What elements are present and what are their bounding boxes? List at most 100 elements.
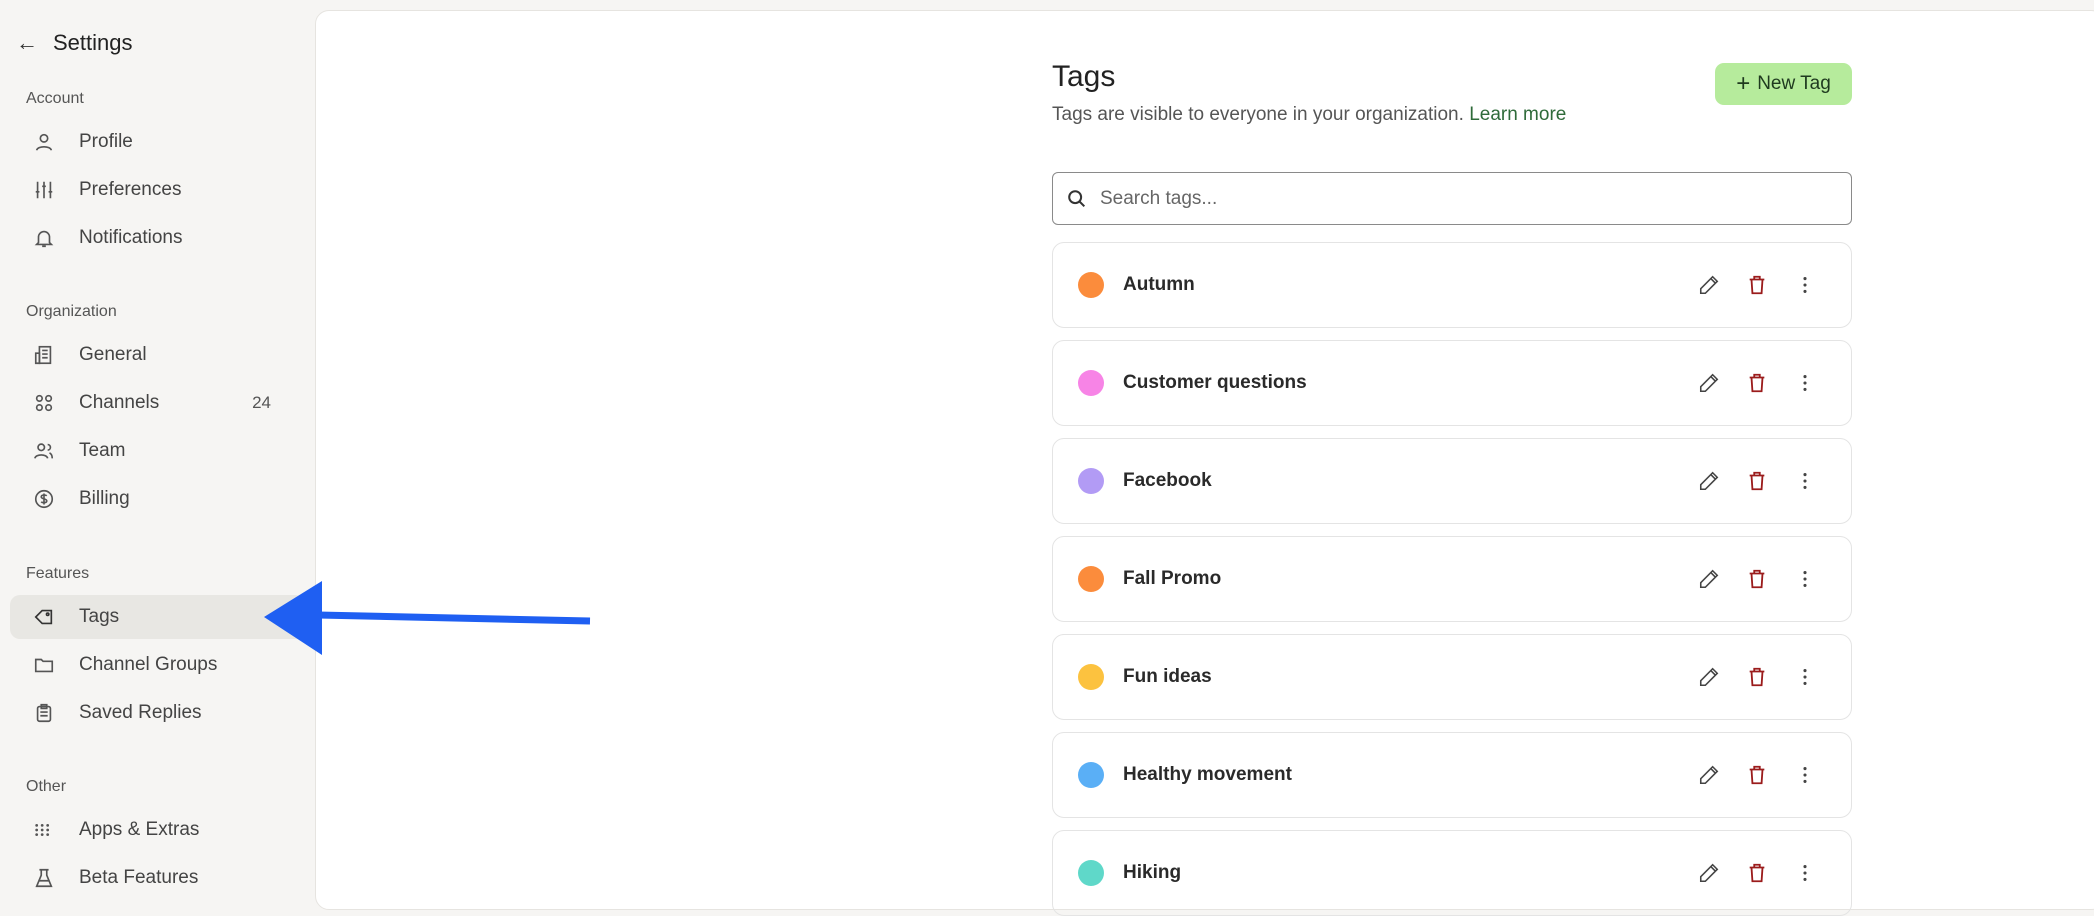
tag-row[interactable]: Hiking: [1052, 830, 1852, 916]
tag-color-dot: [1078, 370, 1104, 396]
tag-row[interactable]: Autumn: [1052, 242, 1852, 328]
trash-icon: [1749, 471, 1765, 491]
tag-row[interactable]: Fall Promo: [1052, 536, 1852, 622]
settings-header: ← Settings: [16, 30, 133, 56]
tag-color-dot: [1078, 762, 1104, 788]
pencil-icon: [1699, 569, 1719, 589]
sidebar-item-profile[interactable]: Profile: [10, 120, 305, 164]
new-tag-button[interactable]: + New Tag: [1715, 63, 1852, 105]
tag-color-dot: [1078, 566, 1104, 592]
bell-icon: [31, 227, 57, 249]
section-label-features: Features: [26, 565, 90, 582]
pencil-icon: [1699, 275, 1719, 295]
flask-icon: [31, 867, 57, 889]
more-options-button[interactable]: [1781, 862, 1829, 884]
building-icon: [31, 344, 57, 366]
trash-icon: [1749, 863, 1765, 883]
search-input[interactable]: [1100, 187, 1800, 210]
delete-tag-button[interactable]: [1733, 568, 1781, 590]
edit-tag-button[interactable]: [1685, 862, 1733, 884]
edit-tag-button[interactable]: [1685, 274, 1733, 296]
sidebar-item-apps-extras[interactable]: Apps & Extras: [10, 808, 305, 852]
tag-name: Facebook: [1123, 470, 1212, 491]
more-options-button[interactable]: [1781, 372, 1829, 394]
subtitle-text: Tags are visible to everyone in your org…: [1052, 104, 1464, 125]
tag-name: Fall Promo: [1123, 568, 1222, 589]
edit-tag-button[interactable]: [1685, 666, 1733, 688]
tag-color-dot: [1078, 468, 1104, 494]
tag-row[interactable]: Facebook: [1052, 438, 1852, 524]
pencil-icon: [1699, 765, 1719, 785]
sidebar-item-billing[interactable]: Billing: [10, 477, 305, 521]
more-options-button[interactable]: [1781, 274, 1829, 296]
more-options-button[interactable]: [1781, 470, 1829, 492]
trash-icon: [1749, 765, 1765, 785]
users-icon: [31, 440, 57, 462]
delete-tag-button[interactable]: [1733, 372, 1781, 394]
tag-name: Fun ideas: [1123, 666, 1212, 687]
more-options-button[interactable]: [1781, 666, 1829, 688]
more-vertical-icon: [1803, 571, 1807, 587]
clipboard-icon: [31, 702, 57, 724]
delete-tag-button[interactable]: [1733, 862, 1781, 884]
sidebar-item-label: Billing: [79, 488, 130, 509]
delete-tag-button[interactable]: [1733, 666, 1781, 688]
sidebar-item-label: Saved Replies: [79, 702, 202, 723]
tag-color-dot: [1078, 272, 1104, 298]
more-options-button[interactable]: [1781, 764, 1829, 786]
delete-tag-button[interactable]: [1733, 764, 1781, 786]
pencil-icon: [1699, 471, 1719, 491]
more-vertical-icon: [1803, 277, 1807, 293]
edit-tag-button[interactable]: [1685, 470, 1733, 492]
new-tag-label: New Tag: [1757, 73, 1831, 94]
sidebar-item-team[interactable]: Team: [10, 429, 305, 473]
trash-icon: [1749, 667, 1765, 687]
sidebar-item-notifications[interactable]: Notifications: [10, 216, 305, 260]
search-box: [1052, 172, 1852, 225]
more-vertical-icon: [1803, 865, 1807, 881]
sidebar-item-label: Beta Features: [79, 867, 199, 888]
sidebar-item-channel-groups[interactable]: Channel Groups: [10, 643, 305, 687]
tag-name: Customer questions: [1123, 372, 1307, 393]
user-icon: [31, 131, 57, 153]
more-vertical-icon: [1803, 767, 1807, 783]
more-vertical-icon: [1803, 473, 1807, 489]
learn-more-link[interactable]: Learn more: [1469, 104, 1566, 125]
sidebar-item-label: Channel Groups: [79, 654, 218, 675]
sidebar-item-preferences[interactable]: Preferences: [10, 168, 305, 212]
edit-tag-button[interactable]: [1685, 568, 1733, 590]
delete-tag-button[interactable]: [1733, 274, 1781, 296]
tag-row[interactable]: Healthy movement: [1052, 732, 1852, 818]
more-options-button[interactable]: [1781, 568, 1829, 590]
sidebar-item-saved-replies[interactable]: Saved Replies: [10, 691, 305, 735]
page-subtitle: Tags are visible to everyone in your org…: [1052, 104, 1566, 126]
delete-tag-button[interactable]: [1733, 470, 1781, 492]
edit-tag-button[interactable]: [1685, 764, 1733, 786]
settings-sidebar: ← Settings Account Profile Preferences Noti…: [0, 0, 315, 896]
section-label-organization: Organization: [26, 303, 117, 320]
settings-title: Settings: [53, 30, 133, 55]
sidebar-item-label: Apps & Extras: [79, 819, 200, 840]
sidebar-item-channels[interactable]: Channels 24: [10, 381, 305, 425]
edit-tag-button[interactable]: [1685, 372, 1733, 394]
back-arrow-icon[interactable]: ←: [16, 30, 46, 56]
tag-row[interactable]: Customer questions: [1052, 340, 1852, 426]
sidebar-item-tags[interactable]: Tags: [10, 595, 305, 639]
sidebar-item-label: Tags: [79, 606, 120, 627]
sidebar-item-general[interactable]: General: [10, 333, 305, 377]
tag-row[interactable]: Fun ideas: [1052, 634, 1852, 720]
sidebar-item-label: Preferences: [79, 179, 182, 200]
sidebar-item-label: Profile: [79, 131, 133, 152]
page-title: Tags: [1052, 60, 1116, 93]
sidebar-item-label: Team: [79, 440, 126, 461]
channels-count-badge: 24: [252, 393, 271, 412]
section-label-account: Account: [26, 90, 84, 107]
sidebar-item-label: General: [79, 344, 147, 365]
trash-icon: [1749, 275, 1765, 295]
sidebar-item-label: Channels: [79, 392, 160, 413]
trash-icon: [1749, 569, 1765, 589]
folder-icon: [31, 654, 57, 676]
sliders-icon: [31, 179, 57, 201]
dots-grid-icon: [31, 819, 57, 841]
sidebar-item-beta-features[interactable]: Beta Features: [10, 856, 305, 900]
